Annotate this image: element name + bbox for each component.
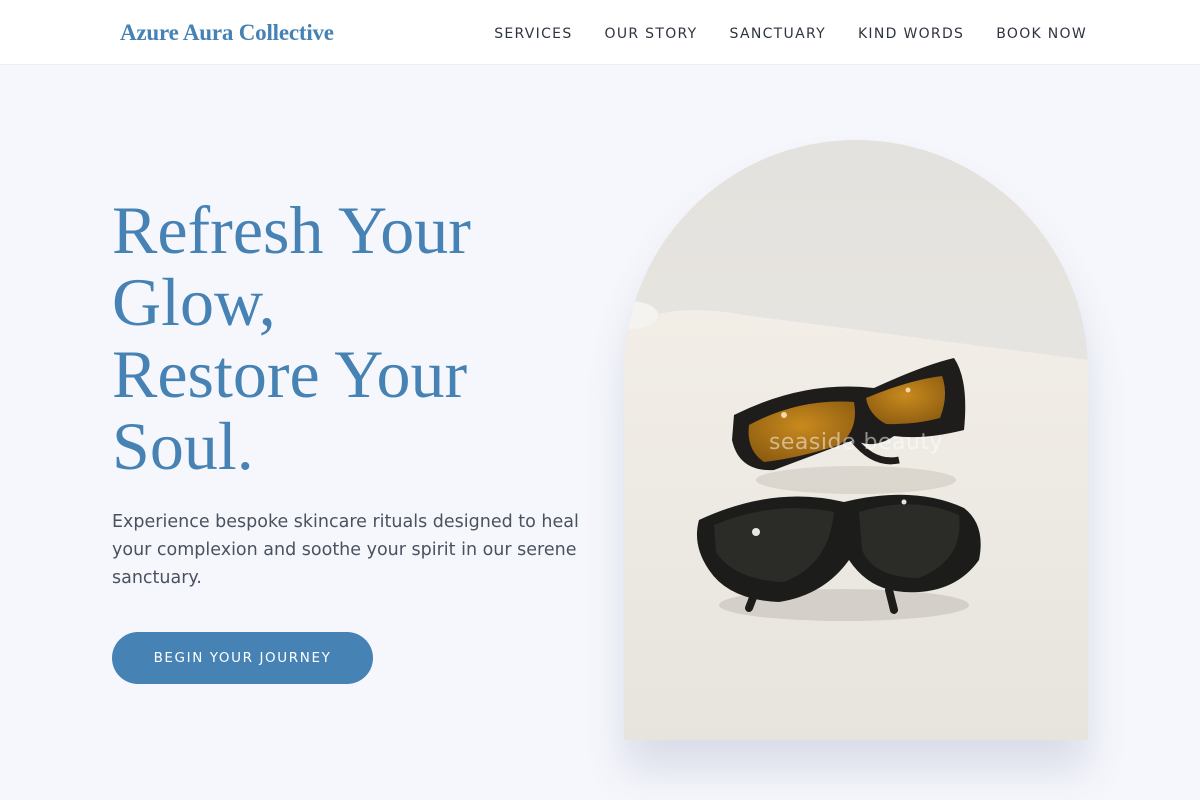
hero-title-line: Refresh Your — [112, 192, 471, 268]
hero-title-line: Restore Your — [112, 336, 468, 412]
nav-link-kind-words[interactable]: KIND WORDS — [858, 26, 964, 42]
nav-link-sanctuary[interactable]: SANCTUARY — [730, 26, 826, 42]
hero-title: Refresh Your Glow, Restore Your Soul. — [112, 194, 572, 482]
nav-link-services[interactable]: SERVICES — [494, 26, 572, 42]
hero-title-line: Soul. — [112, 408, 254, 484]
brand-logo[interactable]: Azure Aura Collective — [112, 18, 342, 48]
top-navbar: Azure Aura Collective SERVICES OUR STORY… — [0, 0, 1200, 65]
begin-journey-button[interactable]: BEGIN YOUR JOURNEY — [112, 632, 373, 684]
hero-title-line: Glow, — [112, 264, 276, 340]
nav-link-our-story[interactable]: OUR STORY — [605, 26, 698, 42]
image-watermark: seaside beauty — [768, 430, 944, 455]
hero-image-arch: seaside beauty — [624, 140, 1088, 740]
nav-menu: SERVICES OUR STORY SANCTUARY KIND WORDS … — [494, 23, 1087, 42]
hero-subtitle: Experience bespoke skincare rituals desi… — [112, 512, 579, 588]
nav-link-book-now[interactable]: BOOK NOW — [996, 26, 1087, 42]
